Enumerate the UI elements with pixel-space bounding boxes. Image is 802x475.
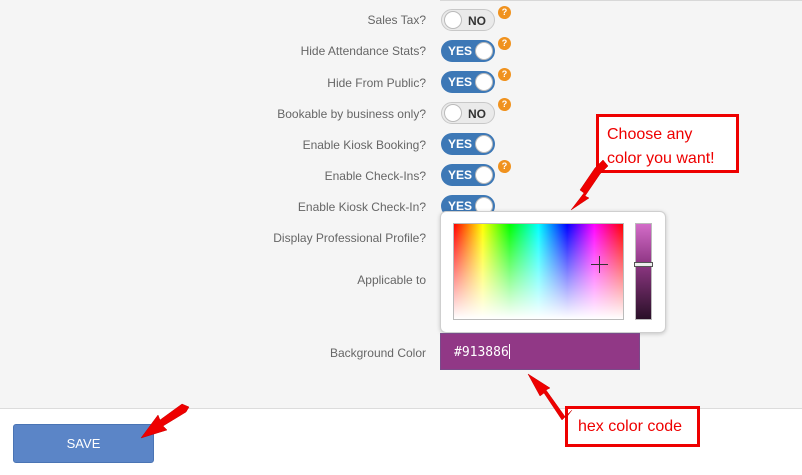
help-icon[interactable]: ? (498, 98, 511, 111)
toggle-knob (475, 73, 493, 91)
toggle-state-text: NO (468, 107, 486, 121)
enable-check-ins-label: Enable Check-Ins? (324, 169, 426, 183)
hide-from-public-toggle[interactable]: YES (441, 71, 495, 93)
hue-slider-handle[interactable] (634, 262, 653, 267)
toggle-knob (444, 104, 462, 122)
help-icon[interactable]: ? (498, 68, 511, 81)
annotation-choose-color: Choose any color you want! (596, 114, 739, 173)
toggle-state-text: NO (468, 14, 486, 28)
toggle-state-text: YES (448, 168, 473, 182)
help-icon[interactable]: ? (498, 6, 511, 19)
enable-kiosk-booking-label: Enable Kiosk Booking? (302, 138, 426, 152)
saturation-value-field[interactable] (453, 223, 624, 320)
hide-from-public-label: Hide From Public? (327, 76, 426, 90)
save-button[interactable]: SAVE (13, 424, 154, 463)
help-icon[interactable]: ? (498, 37, 511, 50)
annotation-hex-code: hex color code (565, 406, 700, 447)
enable-kiosk-booking-toggle[interactable]: YES (441, 133, 495, 155)
color-hex-value: #913886 (454, 345, 509, 360)
background-color-input[interactable]: #913886 (440, 333, 640, 370)
toggle-state-text: YES (448, 75, 473, 89)
sales-tax-label: Sales Tax? (367, 13, 426, 27)
hide-attendance-stats-label: Hide Attendance Stats? (300, 44, 426, 58)
display-professional-profile-label: Display Professional Profile? (273, 231, 426, 245)
enable-kiosk-check-in-label: Enable Kiosk Check-In? (297, 200, 426, 214)
sales-tax-toggle[interactable]: NO (441, 9, 495, 31)
hide-attendance-stats-toggle[interactable]: YES (441, 40, 495, 62)
bookable-by-business-label: Bookable by business only? (277, 107, 426, 121)
toggle-knob (475, 135, 493, 153)
crosshair-icon[interactable] (591, 256, 608, 273)
toggle-knob (475, 166, 493, 184)
text-caret (508, 344, 510, 359)
toggle-knob (444, 11, 462, 29)
applicable-to-label: Applicable to (357, 273, 426, 287)
background-color-label: Background Color (329, 346, 426, 360)
help-icon[interactable]: ? (498, 160, 511, 173)
toggle-knob (475, 42, 493, 60)
hue-slider[interactable] (634, 223, 653, 320)
section-divider (440, 0, 802, 1)
enable-check-ins-toggle[interactable]: YES (441, 164, 495, 186)
bookable-by-business-toggle[interactable]: NO (441, 102, 495, 124)
toggle-state-text: YES (448, 44, 473, 58)
toggle-state-text: YES (448, 137, 473, 151)
color-picker-popover (440, 211, 666, 333)
